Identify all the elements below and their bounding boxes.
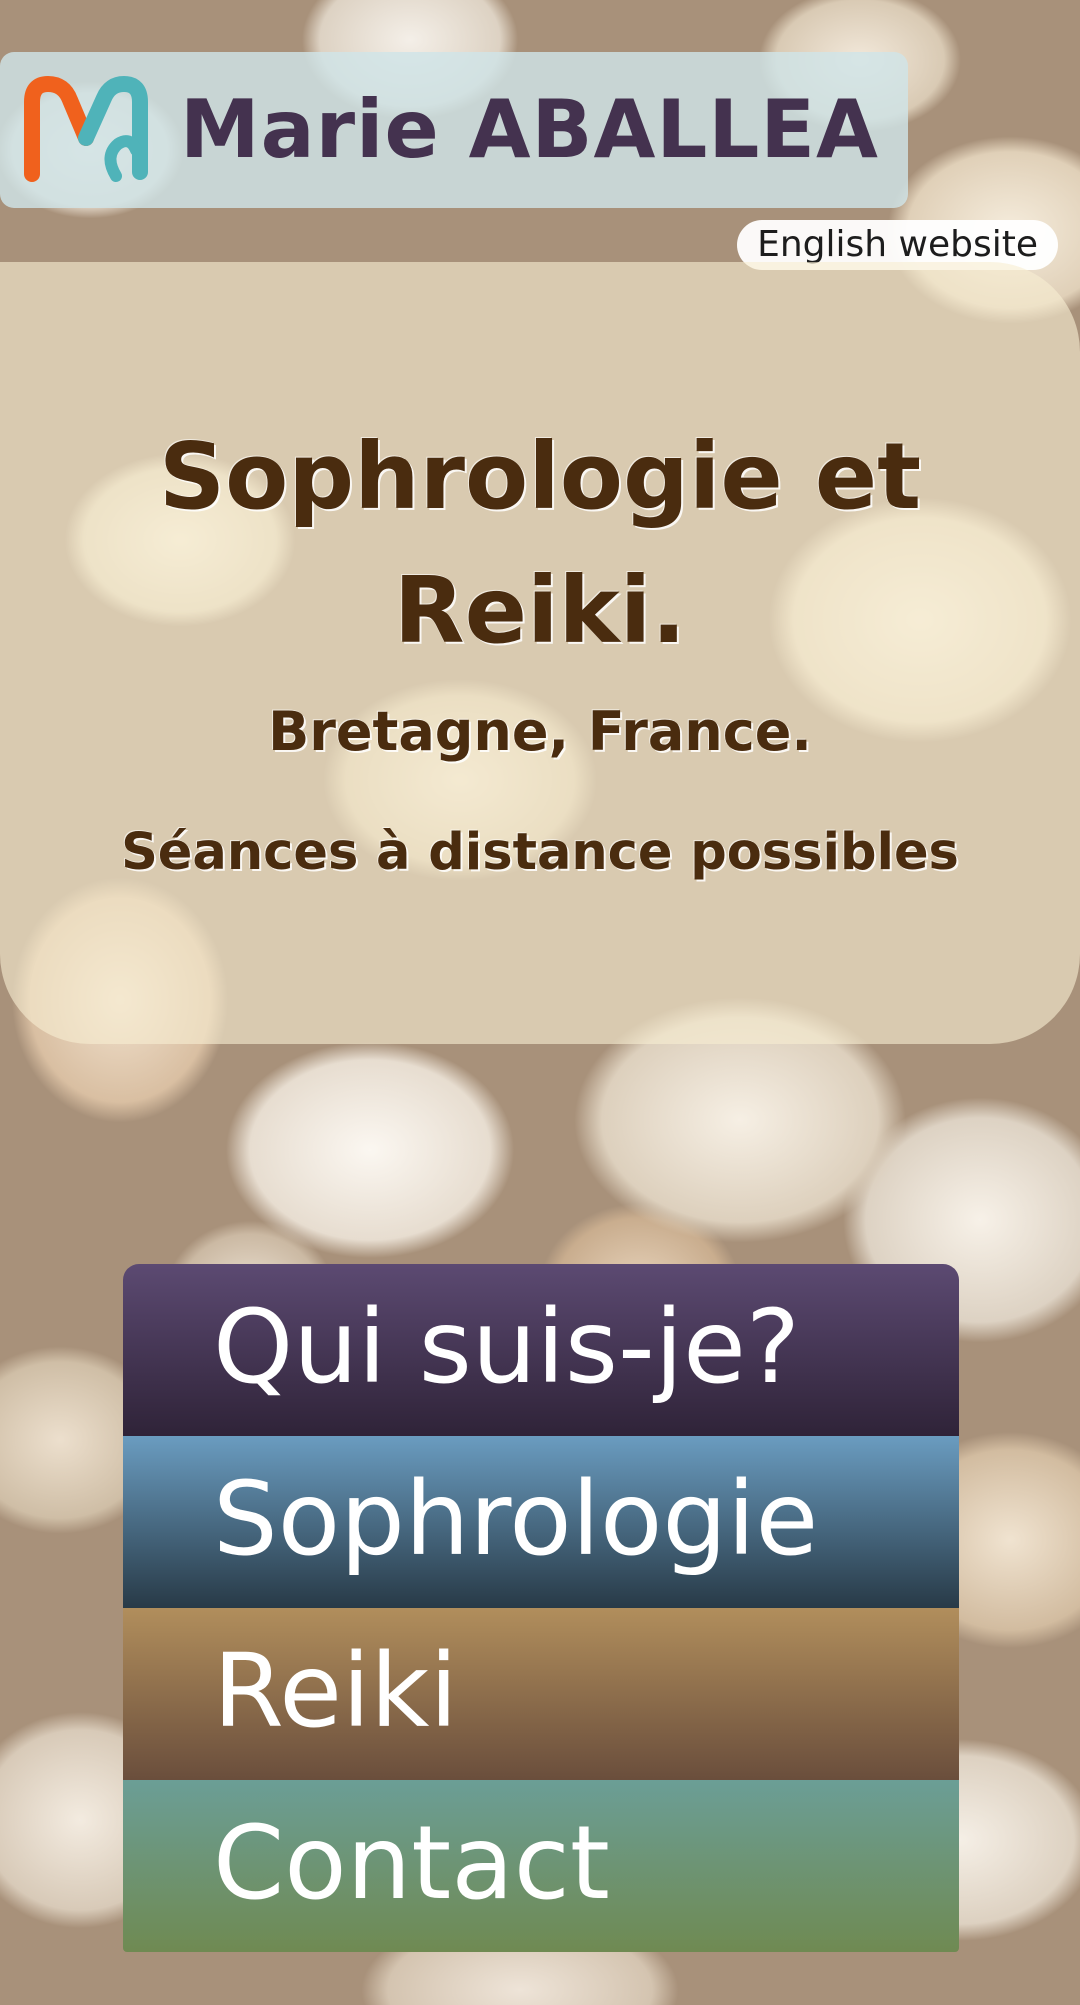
hero-title: Sophrologie et Reiki.: [158, 423, 922, 664]
nav-item-sophrologie[interactable]: Sophrologie: [123, 1436, 959, 1608]
nav-item-qui-suis-je[interactable]: Qui suis-je?: [123, 1264, 959, 1436]
nav-item-reiki[interactable]: Reiki: [123, 1608, 959, 1780]
site-logo-name[interactable]: Marie ABALLEA: [180, 82, 879, 178]
main-nav: Qui suis-je? Sophrologie Reiki Contact: [123, 1264, 959, 1952]
hero-panel: Sophrologie et Reiki. Bretagne, France. …: [0, 262, 1080, 1044]
logo-m-icon[interactable]: [18, 72, 154, 190]
site-header: Marie ABALLEA: [0, 52, 908, 208]
nav-item-label: Sophrologie: [213, 1460, 819, 1579]
nav-item-contact[interactable]: Contact: [123, 1780, 959, 1952]
nav-item-label: Qui suis-je?: [213, 1288, 800, 1407]
hero-location: Bretagne, France.: [268, 700, 812, 763]
nav-item-label: Contact: [213, 1804, 610, 1923]
hero-remote-sessions: Séances à distance possibles: [121, 823, 959, 882]
nav-item-label: Reiki: [213, 1632, 458, 1751]
